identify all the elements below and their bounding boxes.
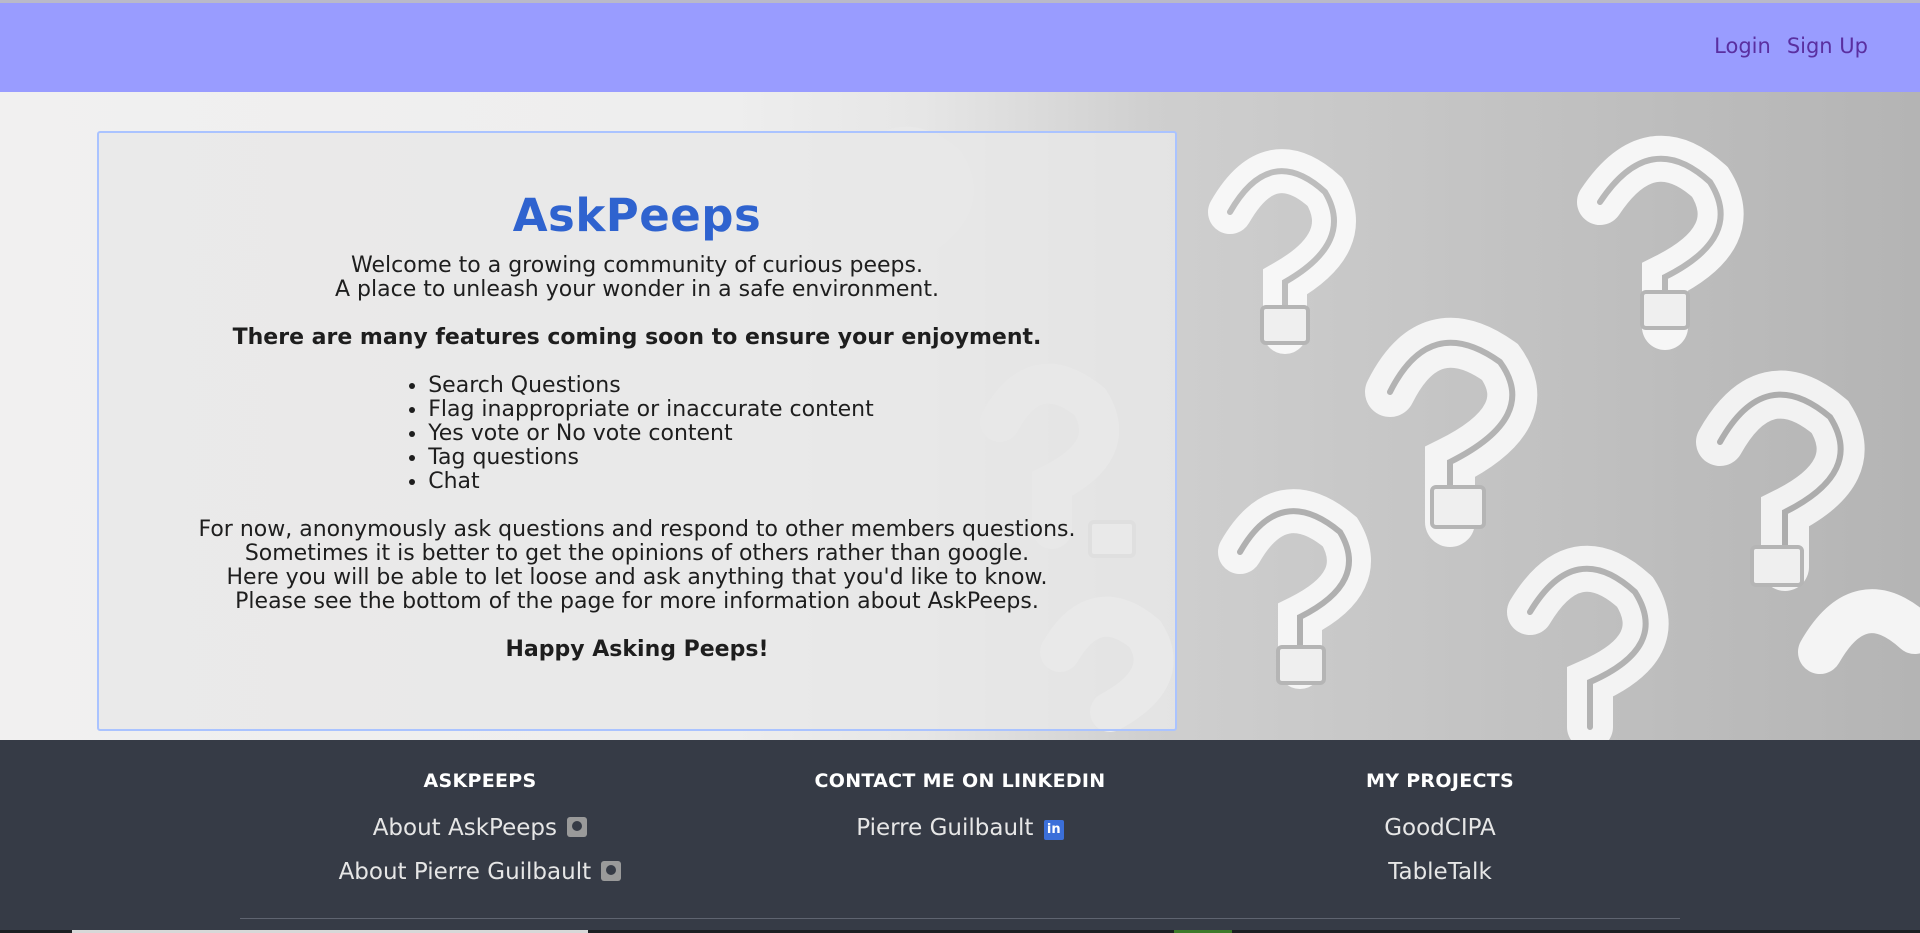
info-line: Here you will be able to let loose and a… [226,565,1048,590]
linkedin-profile-link[interactable]: Pierre Guilbault in [760,806,1160,850]
about-askpeeps-link[interactable]: About AskPeeps [280,806,680,850]
footer: ASKPEEPS About AskPeeps About Pierre Gui… [0,740,1920,933]
feature-item: Chat [428,470,874,494]
page-title: AskPeeps [512,189,762,242]
about-pierre-link[interactable]: About Pierre Guilbault [280,850,680,894]
footer-heading-askpeeps: ASKPEEPS [423,770,537,792]
hero-section: AskPeeps Welcome to a growing community … [0,92,1920,740]
navbar: Login Sign Up [0,3,1920,92]
closing-text: Happy Asking Peeps! [505,637,769,662]
linkedin-profile-label: Pierre Guilbault [856,815,1034,841]
tabletalk-link[interactable]: TableTalk [1240,850,1640,894]
goodcipa-link[interactable]: GoodCIPA [1240,806,1640,850]
footer-column-projects: MY PROJECTS GoodCIPA TableTalk [1240,770,1640,894]
footer-column-askpeeps: ASKPEEPS About AskPeeps About Pierre Gui… [280,770,680,894]
feature-item: Flag inappropriate or inaccurate content [428,398,874,422]
feature-item: Tag questions [428,446,874,470]
nav-links: Login Sign Up [1714,34,1868,58]
about-askpeeps-label: About AskPeeps [372,815,557,841]
footer-heading-projects: MY PROJECTS [1366,770,1514,792]
linkedin-icon: in [1043,820,1064,840]
footer-heading-linkedin: CONTACT ME ON LINKEDIN [814,770,1106,792]
welcome-card: AskPeeps Welcome to a growing community … [97,131,1177,731]
github-icon [601,861,622,881]
footer-column-linkedin: CONTACT ME ON LINKEDIN Pierre Guilbault … [760,770,1160,850]
signup-link[interactable]: Sign Up [1787,34,1868,58]
info-line: Sometimes it is better to get the opinio… [244,541,1030,566]
info-line: For now, anonymously ask questions and r… [198,517,1076,542]
about-pierre-label: About Pierre Guilbault [338,859,592,885]
features-list: Search Questions Flag inappropriate or i… [400,374,874,494]
features-heading: There are many features coming soon to e… [232,325,1042,350]
feature-item: Yes vote or No vote content [428,422,874,446]
info-line: Please see the bottom of the page for mo… [235,589,1039,614]
welcome-line: Welcome to a growing community of curiou… [351,253,923,278]
welcome-line: A place to unleash your wonder in a safe… [335,277,939,302]
feature-item: Search Questions [428,374,874,398]
github-icon [567,817,588,837]
login-link[interactable]: Login [1714,34,1771,58]
footer-divider [240,918,1680,919]
